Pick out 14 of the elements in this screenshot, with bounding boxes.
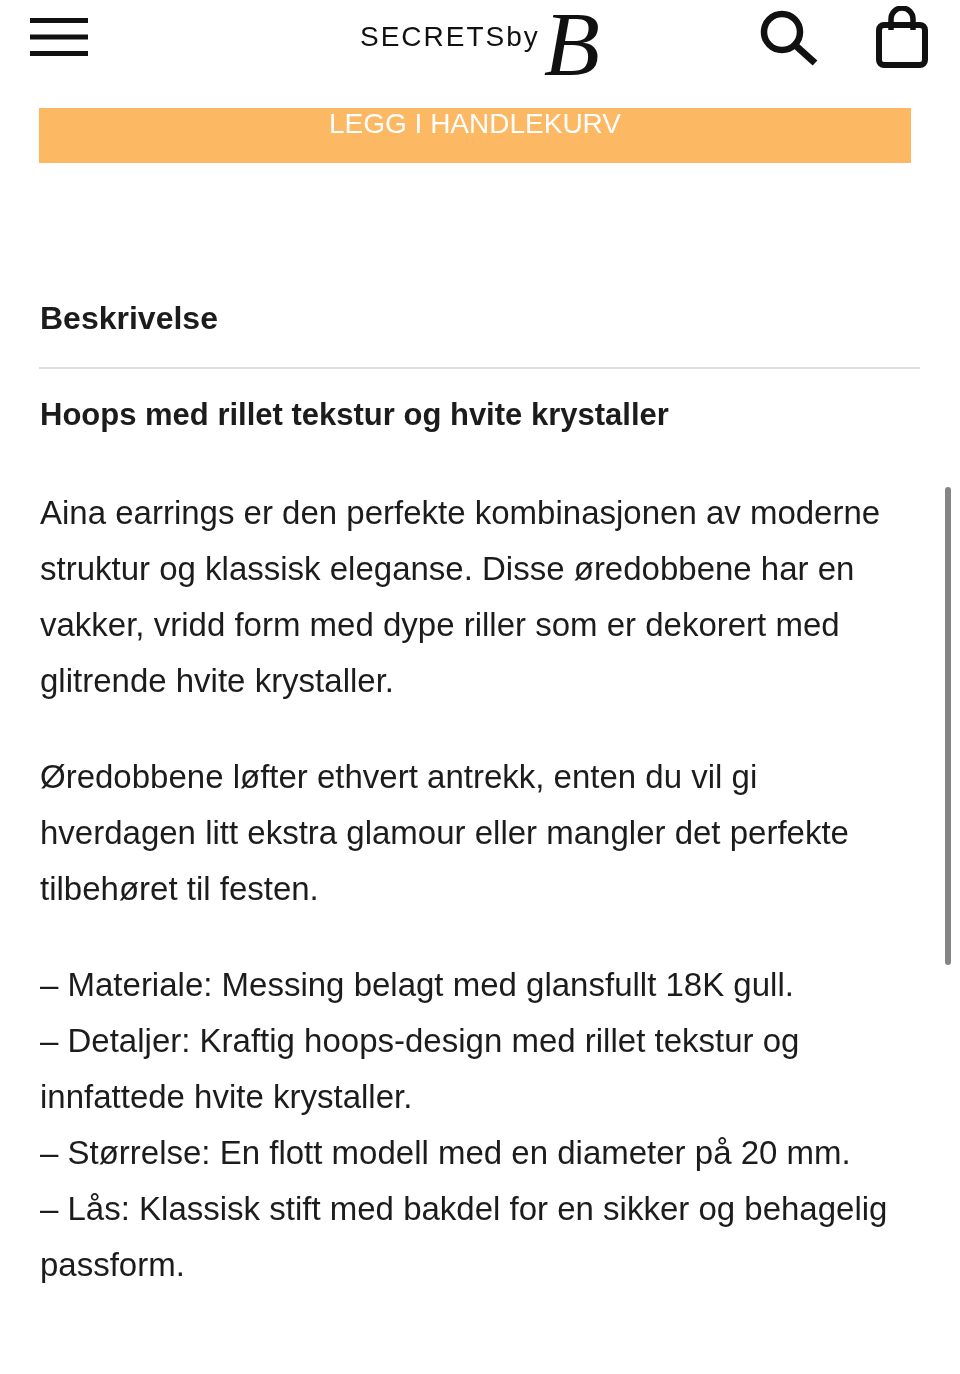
product-heading: Hoops med rillet tekstur og hvite krystaller <box>39 396 670 434</box>
detail-line: – Detaljer: Kraftig hoops-design med rillet tekstur og innfattede hvite krystaller. <box>40 1021 801 1117</box>
menu-icon[interactable] <box>30 18 88 56</box>
description-paragraph: Aina earrings er den perfekte kombinasjonen av moderne struktur og klassisk eleganse. Disse øredobbene har en vakker, vridd form med dype riller som er dekorert med glitrende hvite krystaller. <box>40 493 882 701</box>
description-paragraph: Øredobbene løfter ethvert antrekk, enten du vil gi hverdagen litt ekstra glamour eller mangler det perfekte tilbehøret til festen. <box>40 757 850 909</box>
search-icon[interactable] <box>760 10 818 66</box>
logo-initial: B <box>543 0 600 88</box>
detail-line: – Lås: Klassisk stift med bakdel for en sikker og behagelig passform. <box>40 1189 889 1285</box>
add-to-cart-button[interactable]: LEGG I HANDLEKURV <box>39 108 911 163</box>
detail-line: – Størrelse: En flott modell med en diameter på 20 mm. <box>40 1133 852 1173</box>
logo-wordmark: SECRETSby <box>360 20 540 54</box>
description-title: Beskrivelse <box>39 299 219 338</box>
detail-line: – Materiale: Messing belagt med glansfullt 18K gull. <box>40 965 795 1005</box>
shopping-bag-icon[interactable] <box>876 6 928 68</box>
